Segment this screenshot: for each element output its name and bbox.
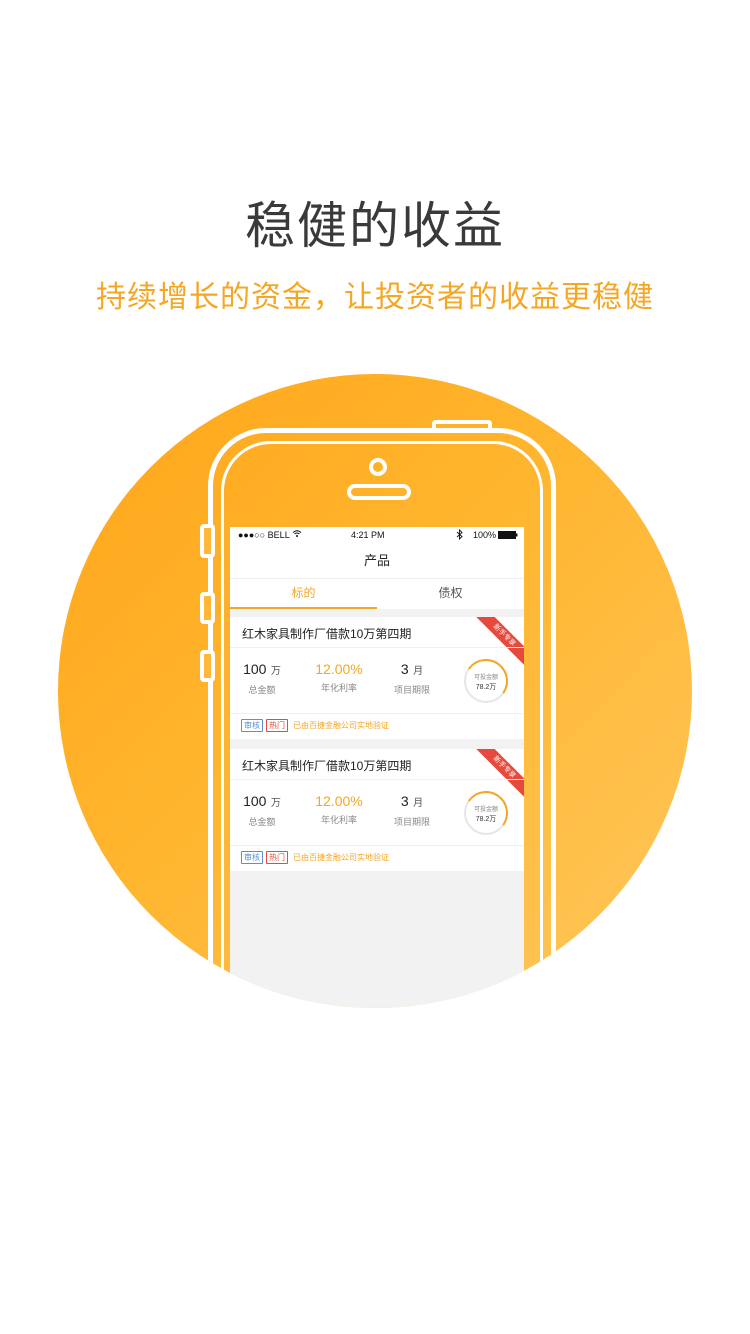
product-card[interactable]: 红木家具制作厂借款10万第四期 新手专享 100 万 总金额 12.00% 年化… [230,617,524,739]
status-bar: ●●●○○ BELL 4:21 PM 100% [230,527,524,544]
available-amount-ring: 可投金额 78.2万 [460,655,512,707]
phone-mute-button [200,524,215,558]
divider [230,779,524,780]
ring-label: 可投金额 [473,807,498,813]
amount-value: 100 [243,793,267,809]
hot-tag: 热门 [266,851,288,864]
rate-value: 12.00% [315,661,363,677]
tag-row: 审核 热门 已由百捷金融公司实地验证 [241,851,389,864]
phone-power-button [432,420,492,430]
term-value: 3 [400,793,409,809]
background-circle: ●●●○○ BELL 4:21 PM 100% 产品 标的 债权 红木家具制作厂… [58,374,692,1008]
divider [230,647,524,648]
verify-text: 已由百捷金融公司实地验证 [293,853,389,862]
wifi-icon [292,529,302,540]
product-card[interactable]: 红木家具制作厂借款10万第四期 新手专享 100 万 总金额 12.00% 年化… [230,749,524,871]
audit-tag: 审核 [241,851,263,864]
divider [230,845,524,846]
rate-stat: 12.00% 年化利率 [308,793,370,826]
phone-speaker-icon [347,484,411,500]
page-title: 稳健的收益 [245,198,505,254]
tag-row: 审核 热门 已由百捷金融公司实地验证 [241,719,389,732]
audit-tag: 审核 [241,719,263,732]
amount-value: 100 [243,661,267,677]
battery-percent: 100% [473,530,497,540]
battery-icon [498,531,518,541]
term-unit: 月 [413,666,424,677]
phone-screen: ●●●○○ BELL 4:21 PM 100% 产品 标的 债权 红木家具制作厂… [230,527,524,1008]
ring-label: 可投金额 [473,675,498,681]
term-stat: 3 月 项目期限 [386,793,438,828]
amount-unit: 万 [270,666,281,677]
hot-tag: 热门 [266,719,288,732]
tab-zhaiquan[interactable]: 债权 [377,579,524,609]
rate-stat: 12.00% 年化利率 [308,661,370,694]
page-subtitle: 持续增长的资金，让投资者的收益更稳健 [96,281,654,314]
nav-bar-title: 产品 [230,544,524,579]
term-unit: 月 [413,798,424,809]
amount-stat: 100 万 总金额 [242,793,282,828]
ring-progress-arc [460,787,512,839]
phone-volume-down-button [200,650,215,682]
amount-label: 总金额 [248,817,276,827]
ring-progress-arc [460,655,512,707]
ring-value: 78.2万 [475,684,497,691]
carrier-signal: ●●●○○ BELL [238,530,290,540]
term-stat: 3 月 项目期限 [386,661,438,696]
term-label: 项目期限 [393,817,430,827]
divider [230,713,524,714]
ring-value: 78.2万 [475,816,497,823]
rate-value: 12.00% [315,793,363,809]
bluetooth-icon [456,528,463,542]
term-value: 3 [400,661,409,677]
product-title: 红木家具制作厂借款10万第四期 [242,759,412,773]
product-title: 红木家具制作厂借款10万第四期 [242,627,412,641]
phone-volume-up-button [200,592,215,624]
tab-biaodi[interactable]: 标的 [230,579,377,609]
term-label: 项目期限 [393,685,430,695]
amount-label: 总金额 [248,685,276,695]
tab-bar: 标的 债权 [230,579,524,609]
rate-label: 年化利率 [320,815,357,825]
amount-unit: 万 [270,798,281,809]
verify-text: 已由百捷金融公司实地验证 [293,721,389,730]
status-time: 4:21 PM [351,530,385,540]
rate-label: 年化利率 [320,683,357,693]
amount-stat: 100 万 总金额 [242,661,282,696]
available-amount-ring: 可投金额 78.2万 [460,787,512,839]
phone-camera-icon [369,458,387,476]
